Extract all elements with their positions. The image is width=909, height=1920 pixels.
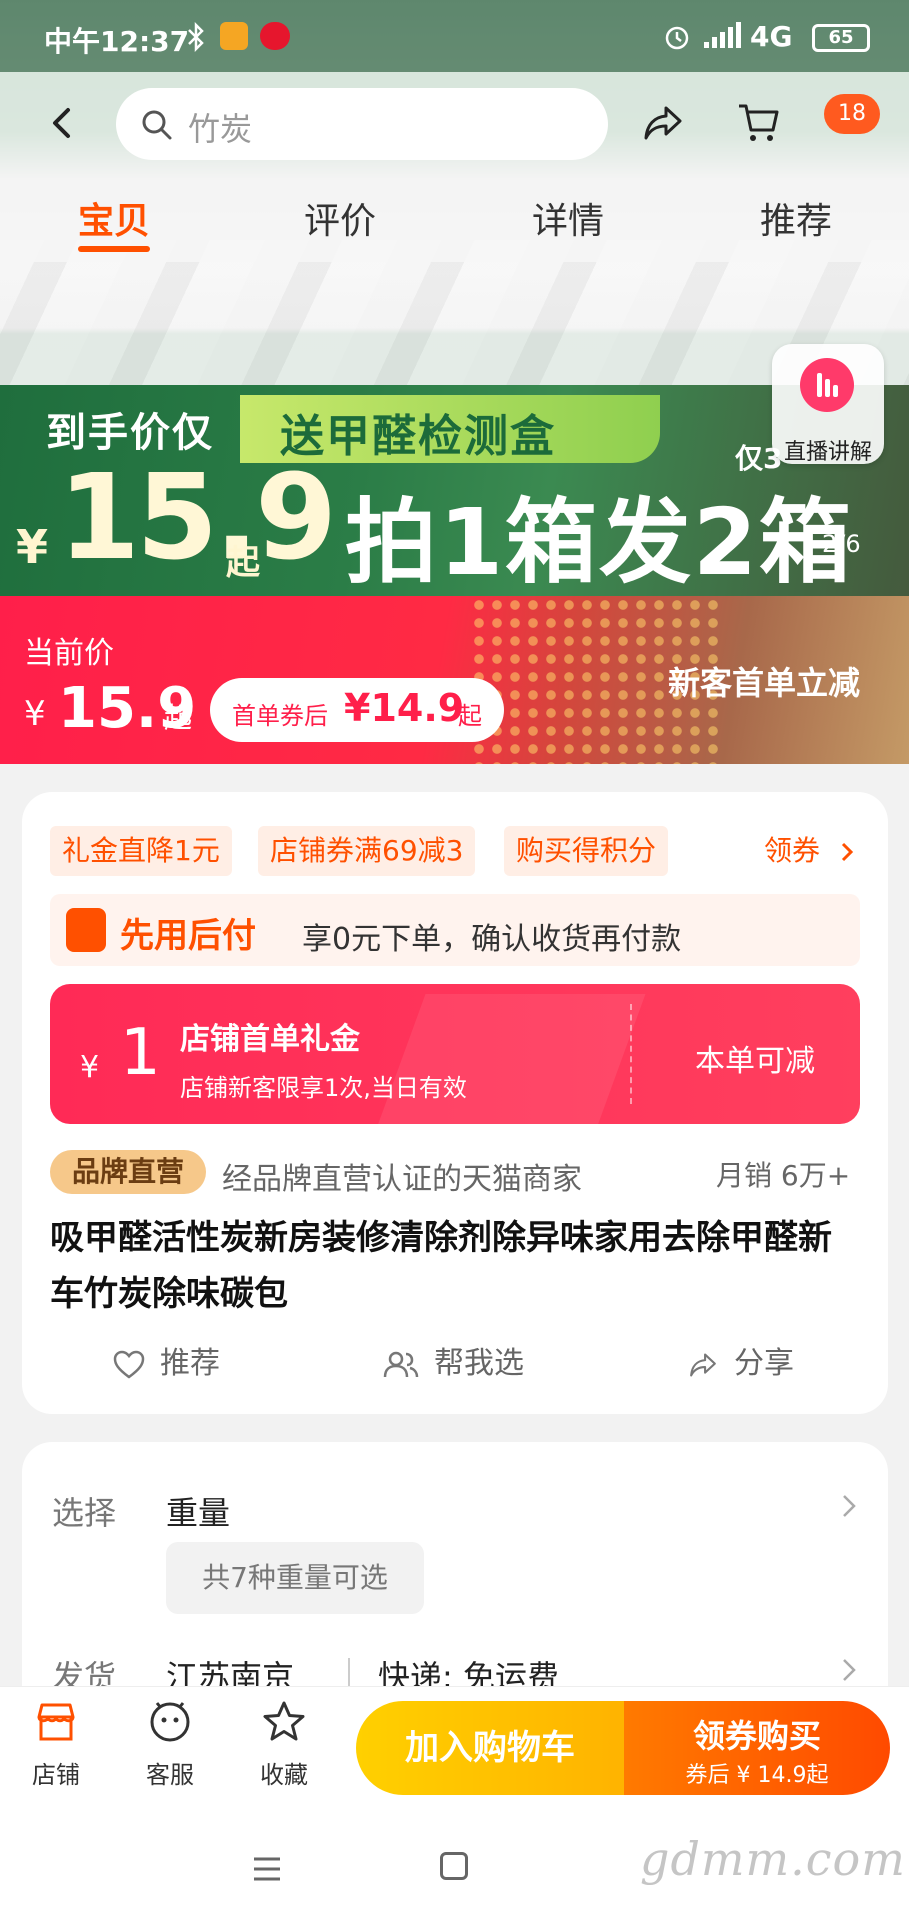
home-icon[interactable] xyxy=(440,1852,468,1880)
alarm-icon xyxy=(665,26,689,50)
get-coupon-label: 领券 xyxy=(764,834,821,867)
weight-options-chip[interactable]: 共7种重量可选 xyxy=(166,1542,424,1614)
tab-details[interactable]: 详情 xyxy=(532,192,604,244)
pay-later-desc: 享0元下单，确认收货再付款 xyxy=(302,922,682,957)
coupon-price-label: 首单券后 xyxy=(232,702,328,730)
search-placeholder: 竹炭 xyxy=(188,110,253,148)
top-nav: 竹炭 18 宝贝 评价 详情 推荐 xyxy=(0,72,909,262)
cart-icon[interactable] xyxy=(735,98,783,146)
share-button[interactable]: 分享 xyxy=(686,1338,794,1382)
promo-gift-text: 送甲醛检测盒 xyxy=(280,411,556,462)
share-icon[interactable] xyxy=(640,100,686,146)
coupon-price-value: ¥14.9 xyxy=(344,686,465,730)
select-label: 选择 xyxy=(52,1494,117,1532)
shopping-bag-icon xyxy=(66,908,106,952)
recommend-label: 推荐 xyxy=(160,1346,220,1381)
star-icon xyxy=(263,1701,305,1741)
message-badge[interactable]: 18 xyxy=(824,94,880,134)
live-label: 直播讲解 xyxy=(783,440,872,465)
live-icon xyxy=(800,358,854,412)
price-suffix: 起 xyxy=(164,701,193,734)
back-icon[interactable] xyxy=(40,100,86,146)
buy-now-button[interactable]: 领券购买 券后 ¥ 14.9起 xyxy=(624,1701,890,1795)
watermark: gdmm.com xyxy=(640,1832,906,1886)
chevron-right-icon xyxy=(841,842,854,862)
status-bar: 中午12:37 4G 65 xyxy=(0,0,909,72)
promo-main-text: 拍1箱发2箱 xyxy=(345,489,854,596)
pay-later-title: 先用后付 xyxy=(120,916,256,956)
live-explain-button[interactable]: 直播讲解 xyxy=(772,344,884,465)
tab-recommend[interactable]: 推荐 xyxy=(760,192,832,244)
tab-item[interactable]: 宝贝 xyxy=(78,192,150,244)
buy-now-label: 领券购买 xyxy=(692,1717,821,1755)
add-to-cart-button[interactable]: 加入购物车 xyxy=(356,1701,624,1795)
promo-tag[interactable]: 礼金直降1元 xyxy=(50,826,232,876)
network-type: 4G xyxy=(750,20,793,53)
slide-indicator: 2/6 xyxy=(822,530,861,558)
gift-title: 店铺首单礼金 xyxy=(180,1022,360,1057)
status-time: 中午12:37 xyxy=(44,25,190,58)
search-icon xyxy=(142,110,172,140)
people-icon xyxy=(383,1351,419,1377)
chevron-right-icon xyxy=(843,1659,856,1681)
recommend-button[interactable]: 推荐 xyxy=(112,1338,220,1382)
promo-tag[interactable]: 购买得积分 xyxy=(504,826,669,876)
bluetooth-icon xyxy=(188,22,204,52)
share-icon xyxy=(690,1353,716,1376)
favorite-button[interactable]: 收藏 xyxy=(234,1699,334,1790)
gift-desc: 店铺新客限享1次,当日有效 xyxy=(180,1074,467,1102)
store-button[interactable]: 店铺 xyxy=(6,1699,106,1790)
coupon-price-pill: 首单券后 ¥14.9 起 xyxy=(210,678,504,742)
price-symbol: ¥ xyxy=(24,694,46,734)
weibo-icon xyxy=(260,22,290,50)
battery-icon: 65 xyxy=(812,24,870,52)
customer-service-icon xyxy=(150,1702,190,1742)
favorite-label: 收藏 xyxy=(260,1761,308,1789)
gift-card-decoration xyxy=(374,994,646,1124)
buy-now-sub: 券后 ¥ 14.9起 xyxy=(685,1763,829,1788)
gift-symbol: ¥ xyxy=(80,1050,100,1085)
promo-price: 15.9 xyxy=(58,448,337,586)
gift-amount: 1 xyxy=(120,1016,161,1090)
help-me-choose-button[interactable]: 帮我选 xyxy=(382,1338,524,1382)
system-nav-bar: gdmm.com xyxy=(0,1812,909,1920)
new-customer-slogan: 新客首单立减 xyxy=(668,664,861,702)
coupon-price-suffix: 起 xyxy=(458,702,482,730)
notification-app-icon xyxy=(220,22,248,50)
store-gift-card[interactable]: ¥ 1 店铺首单礼金 店铺新客限享1次,当日有效 本单可减 xyxy=(50,984,860,1124)
tab-reviews[interactable]: 评价 xyxy=(304,192,376,244)
help-me-choose-label: 帮我选 xyxy=(434,1346,524,1381)
menu-icon[interactable] xyxy=(252,1856,282,1882)
store-label: 店铺 xyxy=(32,1761,80,1789)
active-tab-indicator xyxy=(78,246,150,252)
gift-divider xyxy=(630,1004,632,1104)
get-coupon-link[interactable]: 领券 xyxy=(764,826,857,876)
promo-price-symbol: ¥ xyxy=(16,520,49,574)
customer-service-button[interactable]: 客服 xyxy=(120,1699,220,1790)
heart-icon xyxy=(113,1350,145,1379)
store-icon xyxy=(37,1703,75,1741)
product-info-card: 礼金直降1元 店铺券满69减3 购买得积分 领券 先用后付 享0元下单，确认收货… xyxy=(22,792,888,1414)
product-title: 吸甲醛活性炭新房装修清除剂除异味家用去除甲醛新车竹炭除味碳包 xyxy=(50,1218,832,1314)
divider xyxy=(348,1658,350,1688)
promo-tag[interactable]: 店铺券满69减3 xyxy=(258,826,476,876)
select-value: 重量 xyxy=(166,1494,231,1532)
brand-badge: 品牌直营 xyxy=(50,1150,206,1194)
chevron-right-icon xyxy=(843,1495,856,1517)
promo-price-suffix: 起 xyxy=(226,543,260,583)
brand-desc: 经品牌直营认证的天猫商家 xyxy=(222,1162,582,1197)
pay-later-banner[interactable]: 先用后付 享0元下单，确认收货再付款 xyxy=(50,894,860,966)
monthly-sales: 月销 6万+ xyxy=(716,1159,851,1192)
price-bar: 当前价 ¥ 15.9 起 首单券后 ¥14.9 起 新客首单立减 xyxy=(0,596,909,764)
gift-action: 本单可减 xyxy=(695,1044,815,1079)
bottom-action-bar: 店铺 客服 收藏 加入购物车 领券购买 券后 ¥ 14.9起 xyxy=(0,1686,909,1812)
signal-icon xyxy=(704,22,741,48)
price-label: 当前价 xyxy=(24,636,114,671)
search-input[interactable]: 竹炭 xyxy=(116,88,608,160)
customer-service-label: 客服 xyxy=(146,1761,194,1789)
share-label: 分享 xyxy=(734,1346,794,1381)
